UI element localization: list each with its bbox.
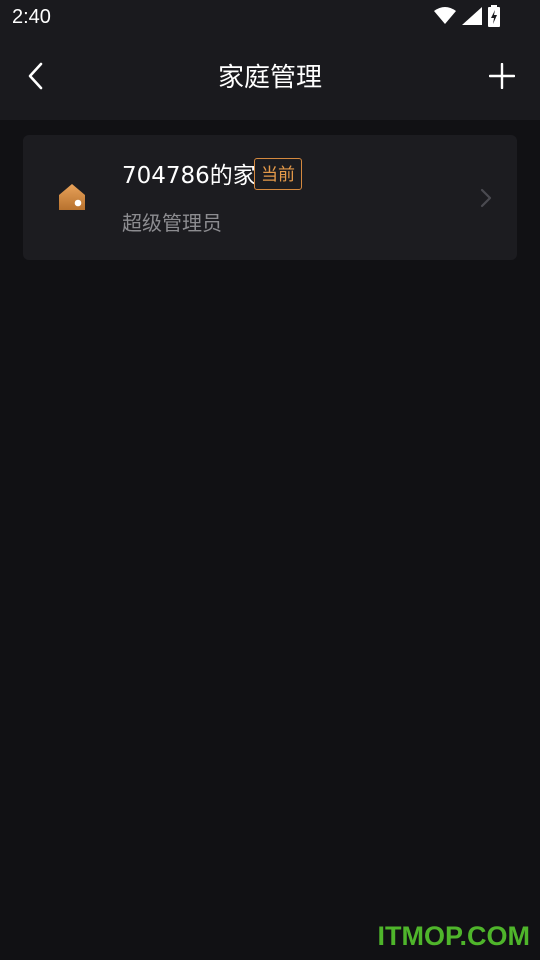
chevron-right-icon — [479, 187, 493, 209]
watermark: ITMOP.COM — [377, 921, 530, 951]
app-header: 家庭管理 — [0, 36, 540, 120]
current-badge: 当前 — [254, 158, 302, 190]
add-home-button[interactable] — [482, 58, 522, 98]
home-icon — [57, 182, 87, 212]
status-icons — [434, 5, 500, 31]
signal-icon — [462, 7, 482, 29]
plus-icon — [488, 62, 516, 93]
home-name: 704786的家 — [122, 163, 256, 189]
home-list-item[interactable]: 704786的家 当前 超级管理员 — [23, 135, 517, 260]
wifi-icon — [434, 7, 456, 29]
status-bar: 2:40 — [0, 0, 540, 36]
status-time: 2:40 — [12, 6, 51, 28]
battery-charging-icon — [488, 5, 500, 31]
page-title: 家庭管理 — [217, 63, 322, 93]
home-role: 超级管理员 — [122, 211, 222, 235]
